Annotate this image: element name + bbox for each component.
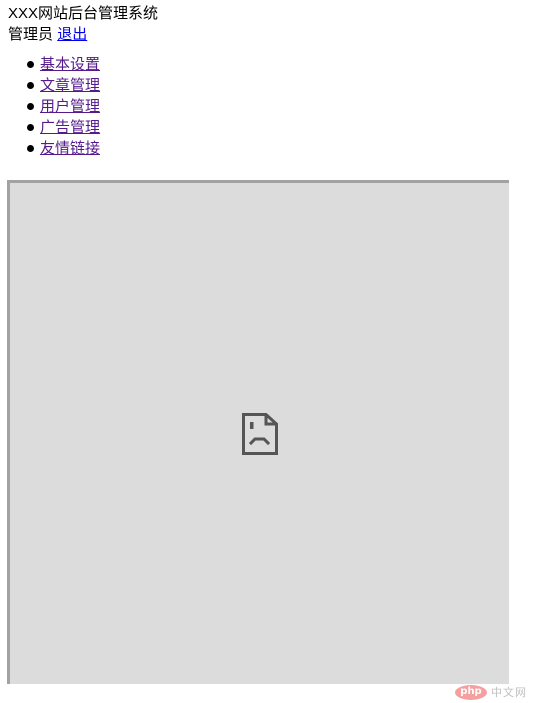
nav-item-friendly-links[interactable]: 友情链接 [27,138,535,159]
watermark: php 中文网 [455,684,527,700]
nav-link-user-management[interactable]: 用户管理 [40,98,100,115]
bullet-icon [27,82,34,89]
nav-item-user-management[interactable]: 用户管理 [27,96,535,117]
page-header: XXX网站后台管理系统 管理员 退出 [0,0,535,45]
nav-item-article-management[interactable]: 文章管理 [27,75,535,96]
bullet-icon [27,145,34,152]
nav-link-friendly-links[interactable]: 友情链接 [40,140,100,157]
nav-link-ad-management[interactable]: 广告管理 [40,119,100,136]
user-name-label: 管理员 [8,26,54,43]
php-logo-icon: php [455,684,487,700]
nav-link-article-management[interactable]: 文章管理 [40,77,100,94]
bullet-icon [27,124,34,131]
nav-item-ad-management[interactable]: 广告管理 [27,117,535,138]
broken-image-icon [241,412,278,455]
logout-link[interactable]: 退出 [57,26,87,43]
bullet-icon [27,61,34,68]
watermark-site-label: 中文网 [491,687,527,699]
user-bar: 管理员 退出 [8,25,535,45]
nav-item-basic-settings[interactable]: 基本设置 [27,54,535,75]
nav-link-basic-settings[interactable]: 基本设置 [40,56,100,73]
broken-image-placeholder [7,180,509,684]
admin-nav-list: 基本设置 文章管理 用户管理 广告管理 友情链接 [0,54,535,159]
bullet-icon [27,103,34,110]
page-title: XXX网站后台管理系统 [8,5,159,22]
